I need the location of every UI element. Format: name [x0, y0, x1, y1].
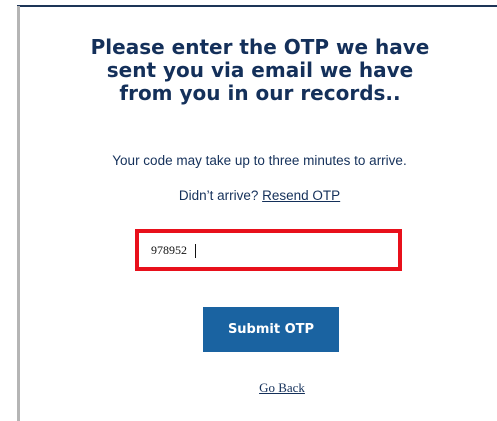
resend-prompt: Didn’t arrive? [178, 188, 259, 203]
resend-otp-link[interactable]: Resend OTP [262, 188, 340, 203]
arrival-note: Your code may take up to three minutes t… [112, 153, 407, 168]
otp-page: Please enter the OTP we have sent you vi… [0, 0, 497, 421]
page-title: Please enter the OTP we have sent you vi… [90, 35, 430, 105]
otp-input[interactable] [141, 236, 396, 264]
text-caret [195, 244, 196, 258]
left-border [17, 6, 20, 421]
submit-otp-button[interactable]: Submit OTP [203, 307, 339, 352]
resend-row: Didn’t arrive? Resend OTP [22, 188, 497, 203]
top-border [17, 5, 497, 7]
go-back-link[interactable]: Go Back [22, 380, 497, 396]
